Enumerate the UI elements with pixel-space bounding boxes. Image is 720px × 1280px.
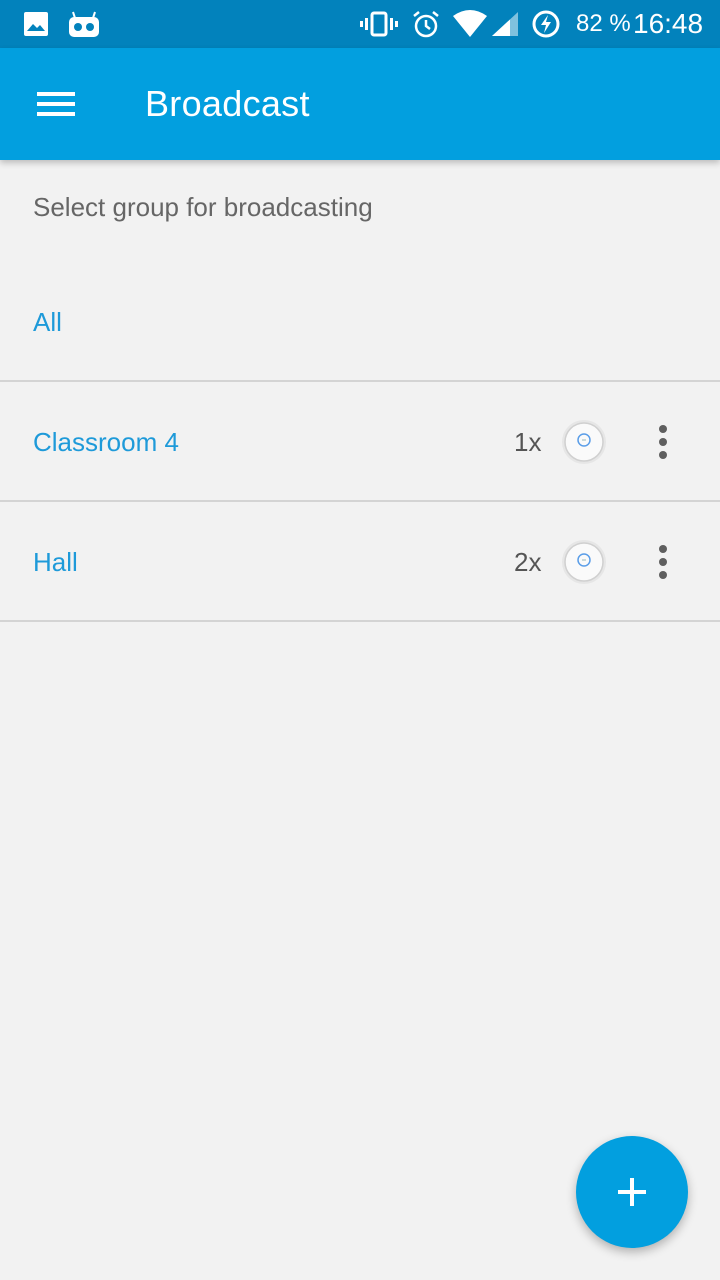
access-point-icon — [562, 420, 606, 464]
group-more-button[interactable] — [638, 402, 688, 482]
section-subtitle: Select group for broadcasting — [33, 192, 373, 222]
divider — [0, 620, 720, 622]
group-name: Hall — [33, 547, 78, 577]
more-vert-icon — [659, 425, 667, 433]
device-count: 2x — [514, 547, 542, 577]
group-row-all[interactable]: All — [0, 262, 720, 382]
cell-signal-icon — [490, 0, 520, 48]
page-title: Broadcast — [145, 83, 310, 124]
group-name: All — [33, 307, 62, 337]
status-bar: 82 % 16:48 — [0, 0, 720, 48]
group-row[interactable]: Classroom 4 1x — [0, 382, 720, 502]
group-more-button[interactable] — [638, 522, 688, 602]
hamburger-menu-icon — [37, 92, 75, 116]
app-bar: Broadcast — [0, 48, 720, 160]
device-count: 1x — [514, 427, 542, 457]
more-vert-icon — [659, 545, 667, 553]
alarm-icon — [410, 0, 442, 48]
vibrate-icon — [360, 0, 398, 48]
plus-icon — [618, 1178, 646, 1206]
hamburger-menu-button[interactable] — [20, 68, 92, 140]
battery-charging-icon — [530, 0, 562, 48]
cyanogen-notification-icon — [68, 0, 100, 48]
group-row[interactable]: Hall 2x — [0, 502, 720, 622]
battery-percent: 82 % — [576, 10, 631, 37]
status-time: 16:48 — [633, 8, 704, 39]
image-notification-icon — [22, 0, 50, 48]
wifi-icon — [452, 0, 488, 48]
add-group-button[interactable] — [576, 1136, 688, 1248]
group-name: Classroom 4 — [33, 427, 179, 457]
access-point-icon — [562, 540, 606, 584]
